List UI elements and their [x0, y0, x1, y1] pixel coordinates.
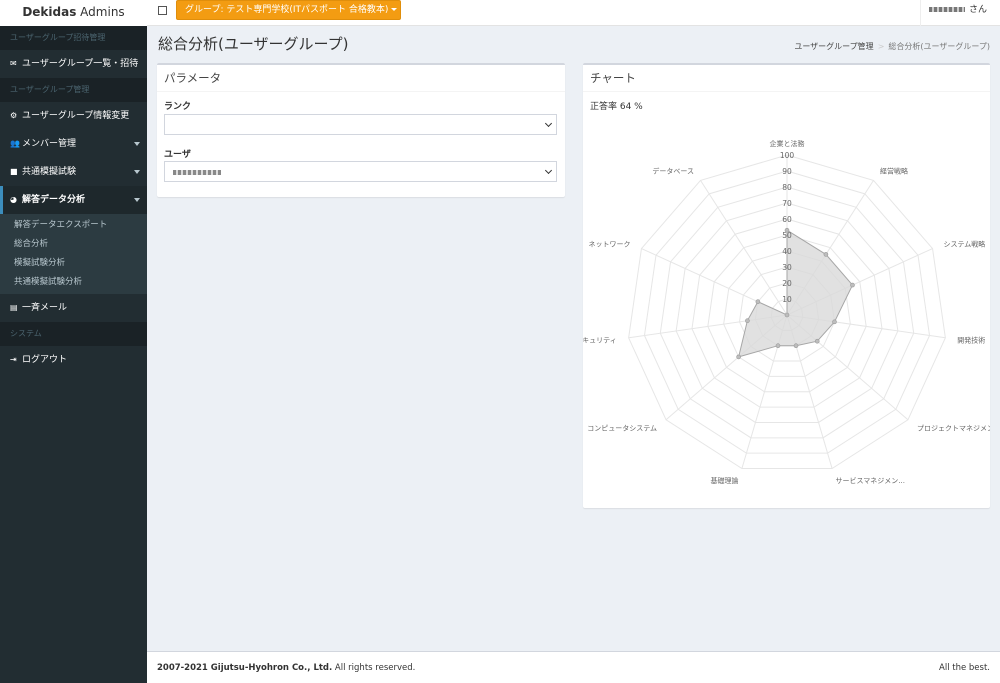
book-icon: ■ — [10, 167, 18, 176]
radar-tick-label: 90 — [782, 167, 792, 176]
radar-point-5 — [793, 343, 799, 349]
radar-tick-label: 100 — [780, 151, 795, 160]
sign-out-icon: ⇥ — [10, 355, 17, 364]
radar-point-2 — [850, 282, 855, 288]
sidebar-item-group-list[interactable]: ✉ ユーザーグループ一覧・招待 — [0, 50, 147, 78]
radar-category-label: プロジェクトマネジメント — [917, 425, 990, 433]
radar-category-label: ネットワーク — [589, 241, 631, 249]
radar-tick-label: 30 — [782, 263, 792, 272]
user-select[interactable] — [164, 161, 557, 182]
sidebar-subitem-overall[interactable]: 総合分析 — [0, 235, 147, 254]
sidebar-item-common-exam[interactable]: ■ 共通模擬試験 — [0, 158, 147, 186]
sidebar-section-invite: ユーザーグループ招待管理 — [0, 26, 147, 50]
radar-tick-label: 80 — [782, 183, 792, 192]
radar-point-8 — [745, 318, 750, 323]
radar-category-label: システム戦略 — [943, 240, 985, 249]
radar-category-label: 経営戦略 — [880, 166, 908, 175]
radar-tick-label: 40 — [782, 247, 792, 256]
radar-category-label: 開発技術 — [957, 335, 985, 344]
radar-tick-label: 60 — [782, 215, 792, 224]
footer: 2007-2021 Gijutsu-Hyohron Co., Ltd. All … — [147, 651, 1000, 683]
radar-tick-label: 10 — [782, 295, 792, 304]
chevron-down-icon — [134, 142, 140, 146]
radar-category-label: セキュリティ — [583, 336, 617, 344]
radar-category-label: サービスマネジメン... — [835, 476, 904, 485]
sidebar-subitem-common-mock[interactable]: 共通模擬試験分析 — [0, 273, 147, 292]
radar-chart: 10 20 30 40 50 60 70 80 90 100 企業と法務経営戦略システム戦略開発技術… — [583, 139, 990, 485]
radar-point-9 — [755, 299, 761, 305]
radar-point-3 — [832, 319, 837, 325]
sidebar-section-system: システム — [0, 322, 147, 346]
user-value-redacted — [173, 170, 221, 175]
top-navbar: Dekidas Admins グループ: テスト専門学校(ITパスポート 合格教… — [0, 0, 1000, 26]
radar-series-area — [737, 229, 854, 358]
breadcrumb: ユーザーグループ管理 > 総合分析(ユーザーグループ) — [794, 41, 990, 52]
chevron-down-icon — [134, 198, 140, 202]
radar-category-label: コンピュータシステム — [587, 424, 657, 433]
sidebar-item-mail[interactable]: ▤ 一斉メール — [0, 294, 147, 322]
breadcrumb-separator: > — [877, 42, 885, 51]
sidebar-toggle-icon[interactable] — [158, 6, 167, 15]
radar-point-10 — [784, 312, 790, 318]
sidebar-item-group-info[interactable]: ⚙ ユーザーグループ情報変更 — [0, 102, 147, 130]
user-menu[interactable]: さん — [920, 0, 1000, 26]
user-label: ユーザ — [164, 150, 191, 160]
envelope-icon: ✉ — [10, 59, 17, 68]
sidebar-subitem-mock[interactable]: 模擬試験分析 — [0, 254, 147, 273]
user-name-redacted — [929, 7, 965, 12]
sidebar-item-analysis[interactable]: ◕ 解答データ分析 — [0, 186, 147, 214]
sidebar-item-logout[interactable]: ⇥ ログアウト — [0, 346, 147, 374]
group-select-button[interactable]: グループ: テスト専門学校(ITパスポート 合格教本) — [176, 0, 401, 20]
radar-category-label: 基礎理論 — [711, 476, 739, 485]
sidebar-item-members[interactable]: 👥 メンバー管理 — [0, 130, 147, 158]
radar-tick-label: 20 — [782, 279, 792, 288]
radar-point-1 — [823, 252, 829, 257]
footer-tagline: All the best. — [939, 663, 990, 673]
parameter-panel-title: パラメータ — [157, 65, 565, 92]
sidebar: ユーザーグループ招待管理 ✉ ユーザーグループ一覧・招待 ユーザーグループ管理 ⚙… — [0, 26, 147, 683]
copyright: 2007-2021 Gijutsu-Hyohron Co., Ltd. All … — [157, 663, 416, 673]
radar-category-label: データベース — [652, 166, 694, 175]
rank-label: ランク — [164, 102, 192, 112]
mail-bulk-icon: ▤ — [10, 303, 18, 312]
chart-panel: チャート 正答率 64 % 10 20 30 40 50 60 70 80 90 100 企業と法務… — [583, 63, 990, 508]
sidebar-subitem-export[interactable]: 解答データエクスポート — [0, 216, 147, 235]
chevron-down-icon — [544, 166, 553, 175]
page-title: 総合分析(ユーザーグループ) — [158, 35, 349, 53]
users-icon: 👥 — [10, 139, 20, 148]
gears-icon: ⚙ — [10, 111, 18, 120]
parameter-panel: パラメータ ランク ユーザ — [157, 63, 565, 197]
sidebar-submenu-analysis: 解答データエクスポート 総合分析 模擬試験分析 共通模擬試験分析 — [0, 214, 147, 294]
radar-tick-label: 70 — [782, 199, 792, 208]
breadcrumb-current: 総合分析(ユーザーグループ) — [888, 42, 990, 51]
breadcrumb-home[interactable]: ユーザーグループ管理 — [794, 42, 873, 51]
radar-category-label: 企業と法務 — [770, 139, 805, 148]
caret-down-icon — [391, 8, 398, 11]
chevron-down-icon — [544, 119, 553, 128]
radar-tick-label: 50 — [782, 231, 792, 240]
pie-chart-icon: ◕ — [10, 195, 17, 204]
brand-logo[interactable]: Dekidas Admins — [0, 0, 147, 26]
chevron-down-icon — [134, 170, 140, 174]
rank-select[interactable] — [164, 114, 557, 135]
radar-point-6 — [775, 343, 781, 349]
radar-point-4 — [814, 338, 820, 344]
radar-point-7 — [736, 354, 741, 360]
sidebar-section-group: ユーザーグループ管理 — [0, 78, 147, 102]
